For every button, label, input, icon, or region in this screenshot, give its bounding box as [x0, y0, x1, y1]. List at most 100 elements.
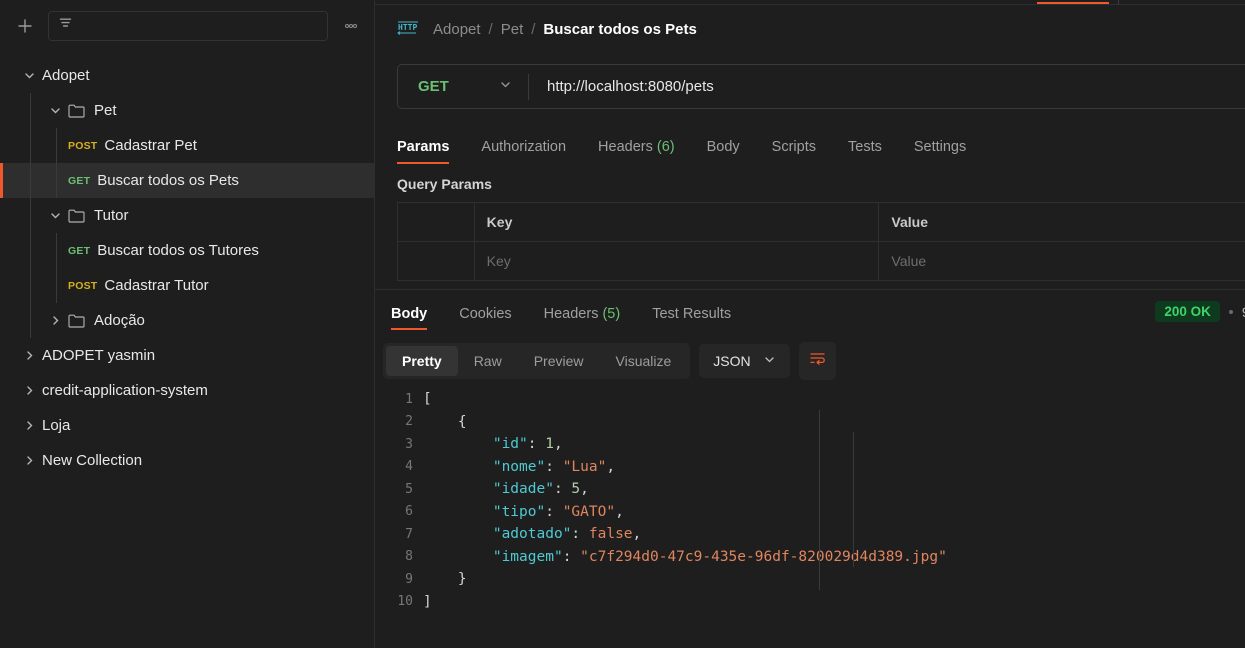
- tab-label: Body: [706, 139, 740, 155]
- tree-item-cadastrar-pet[interactable]: POST Cadastrar Pet: [0, 128, 374, 163]
- response-language-select[interactable]: JSON: [699, 343, 790, 378]
- url-input[interactable]: [529, 65, 1245, 108]
- table-header-row: Key Value Description: [397, 202, 1245, 242]
- request-tab-authorization[interactable]: Authorization: [481, 139, 566, 164]
- code-line-content: "id": 1,: [423, 436, 563, 452]
- tree-item-new-collection[interactable]: New Collection: [0, 443, 374, 478]
- token-bool: false: [588, 526, 633, 543]
- code-line: 2 {: [375, 411, 1245, 434]
- tab-label: Params: [397, 139, 450, 155]
- response-tab-headers[interactable]: Headers (5): [544, 306, 621, 330]
- tree-item-label: ADOPET yasmin: [42, 347, 156, 364]
- request-tabs: Params Authorization Headers (6) Body Script…: [375, 120, 1245, 164]
- tree-item-label: Loja: [42, 417, 71, 434]
- tree-item-pet[interactable]: Pet: [0, 93, 374, 128]
- tree-item-ado-o[interactable]: Adoção: [0, 303, 374, 338]
- column-header-key: Key: [473, 202, 880, 242]
- code-line-content: {: [423, 414, 467, 430]
- code-line: 3 "id": 1,: [375, 433, 1245, 456]
- chevron-down-icon[interactable]: [42, 104, 68, 117]
- response-tab-cookies[interactable]: Cookies: [459, 306, 511, 330]
- line-number: 9: [405, 571, 413, 587]
- format-tab-group: Pretty Raw Preview Visualize: [383, 342, 691, 379]
- tree-item-label: Tutor: [94, 207, 129, 224]
- request-tab-params[interactable]: Params: [397, 139, 450, 164]
- main-panel: HTTP Adopet / Pet / Buscar todos os Pets…: [375, 0, 1245, 648]
- tree-item-label: credit-application-system: [42, 382, 208, 399]
- tree-item-loja[interactable]: Loja: [0, 408, 374, 443]
- chevron-down-icon[interactable]: [16, 69, 42, 82]
- request-tab-body[interactable]: Body: [707, 139, 740, 164]
- method-label-get: GET: [68, 174, 91, 187]
- tree-guide: [30, 93, 31, 128]
- chevron-right-icon[interactable]: [16, 349, 42, 362]
- tree-guide: [30, 303, 31, 338]
- tab-label: Authorization: [481, 139, 567, 155]
- breadcrumb-item-folder[interactable]: Pet: [501, 21, 524, 38]
- sidebar-toolbar: [0, 0, 374, 52]
- tree-item-label: Cadastrar Tutor: [104, 277, 209, 294]
- chevron-right-icon[interactable]: [16, 419, 42, 432]
- request-tab-settings[interactable]: Settings: [914, 139, 966, 164]
- response-tabs: Body Cookies Headers (5) Test Results 200 O…: [375, 290, 1245, 330]
- sidebar: Adopet Pet POST Cadastrar Pet GET Buscar todo…: [0, 0, 375, 648]
- breadcrumb-item-collection[interactable]: Adopet: [433, 21, 481, 38]
- token-key: "idade": [423, 481, 554, 498]
- tree-item-tutor[interactable]: Tutor: [0, 198, 374, 233]
- tab-label: Test Results: [652, 306, 732, 322]
- table-row[interactable]: Key Value Description: [397, 241, 1245, 281]
- request-tab-headers[interactable]: Headers (6): [598, 139, 675, 164]
- param-value-cell[interactable]: Value: [878, 241, 1245, 281]
- tree-item-buscar-todos-os-tutores[interactable]: GET Buscar todos os Tutores: [0, 233, 374, 268]
- filter-input-box[interactable]: [48, 11, 328, 41]
- format-tab-pretty[interactable]: Pretty: [386, 345, 458, 376]
- active-tab-indicator[interactable]: [1037, 2, 1109, 4]
- tree-guide: [56, 163, 57, 198]
- tree-item-credit-application-system[interactable]: credit-application-system: [0, 373, 374, 408]
- tree-item-cadastrar-tutor[interactable]: POST Cadastrar Tutor: [0, 268, 374, 303]
- response-body-code[interactable]: 1[2 {3 "id": 1, 4 "nome": "Lua", 5 "idade"…: [375, 382, 1245, 648]
- word-wrap-toggle-button[interactable]: [798, 341, 836, 380]
- chevron-right-icon[interactable]: [42, 314, 68, 327]
- tab-label: Headers: [543, 306, 599, 322]
- tabstrip-divider: [375, 4, 1245, 5]
- token-punc: [: [423, 391, 432, 408]
- request-tab-tests[interactable]: Tests: [848, 139, 882, 164]
- response-language-value: JSON: [713, 352, 751, 369]
- token-key: "id": [423, 436, 528, 453]
- response-tab-test-results[interactable]: Test Results: [652, 306, 731, 330]
- response-meta: 200 OK 92 m: [1155, 301, 1245, 322]
- code-line: 1[: [375, 388, 1245, 411]
- format-tab-preview[interactable]: Preview: [518, 346, 600, 376]
- tab-count: (5): [598, 306, 621, 322]
- response-format-bar: Pretty Raw Preview Visualize JSON: [375, 330, 1245, 382]
- param-key-cell[interactable]: Key: [473, 241, 880, 281]
- token-key: "tipo": [423, 503, 546, 520]
- tree-item-buscar-todos-os-pets[interactable]: GET Buscar todos os Pets: [0, 163, 374, 198]
- tree-item-label: Adoção: [94, 312, 145, 329]
- sidebar-more-options-button[interactable]: [338, 13, 364, 39]
- format-tab-visualize[interactable]: Visualize: [600, 346, 688, 376]
- http-method-select[interactable]: GET: [398, 65, 528, 108]
- format-tab-raw[interactable]: Raw: [458, 346, 518, 376]
- chevron-down-icon[interactable]: [42, 209, 68, 222]
- tree-item-adopet-yasmin[interactable]: ADOPET yasmin: [0, 338, 374, 373]
- column-header-value: Value: [878, 202, 1245, 242]
- token-punc: :: [553, 481, 572, 498]
- new-item-button[interactable]: [12, 13, 38, 39]
- code-line: 7 "adotado": false,: [375, 523, 1245, 546]
- row-checkbox-cell[interactable]: [397, 241, 475, 281]
- token-num: 1: [545, 436, 554, 453]
- token-punc: :: [571, 526, 589, 543]
- request-tab-scripts[interactable]: Scripts: [772, 139, 816, 164]
- chevron-right-icon[interactable]: [16, 454, 42, 467]
- word-wrap-icon: [809, 350, 826, 372]
- token-num: 5: [571, 481, 581, 498]
- token-punc: ,: [632, 526, 642, 543]
- tab-label: Headers: [598, 139, 653, 155]
- chevron-right-icon[interactable]: [16, 384, 42, 397]
- response-tab-body[interactable]: Body: [391, 306, 428, 330]
- tree-item-adopet[interactable]: Adopet: [0, 58, 374, 93]
- page-title[interactable]: Buscar todos os Pets: [543, 21, 696, 38]
- token-punc: ]: [423, 593, 432, 610]
